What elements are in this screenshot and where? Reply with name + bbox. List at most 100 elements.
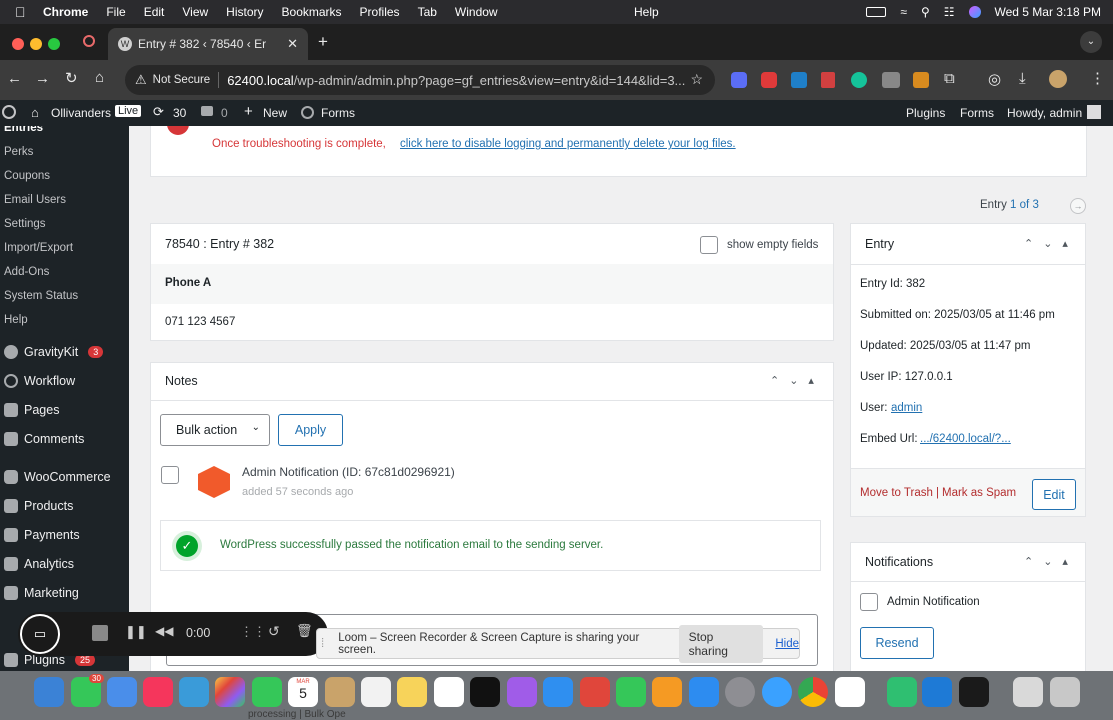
menu-history[interactable]: History <box>226 5 263 19</box>
disable-logging-link[interactable]: click here to disable logging and perman… <box>400 138 736 150</box>
pause-icon[interactable]: ❚❚ <box>125 624 147 640</box>
maps-icon[interactable] <box>179 677 209 707</box>
menu-edit[interactable]: Edit <box>144 5 165 19</box>
sidebar-item-payments[interactable]: Payments <box>4 528 80 542</box>
facetime-icon[interactable] <box>252 677 282 707</box>
menubar-clock[interactable]: Wed 5 Mar 3:18 PM <box>995 5 1102 19</box>
window-zoom-button[interactable] <box>48 38 60 50</box>
sidebar-item-gravitykit[interactable]: GravityKit 3 <box>4 345 104 359</box>
sidebar-item-products[interactable]: Products <box>4 499 73 513</box>
comments-icon[interactable] <box>201 106 213 116</box>
performance-icon[interactable]: ◎ <box>988 70 1001 88</box>
bulk-action-select[interactable]: Bulk action ⌄ <box>160 414 270 446</box>
photos-icon[interactable] <box>215 677 245 707</box>
apple-icon[interactable]:  <box>15 4 33 20</box>
back-icon[interactable]: ← <box>7 70 22 87</box>
menu-app-name[interactable]: Chrome <box>43 5 88 19</box>
vscode-icon[interactable] <box>922 677 952 707</box>
podcasts-icon[interactable] <box>507 677 537 707</box>
numbers-icon[interactable] <box>616 677 646 707</box>
site-name[interactable]: Ollivanders <box>51 106 111 120</box>
reminders-icon[interactable] <box>361 677 391 707</box>
extension-4-icon[interactable] <box>821 72 835 88</box>
move-to-trash-link[interactable]: Move to Trash <box>860 487 933 499</box>
control-center-icon[interactable]: ☷ <box>944 5 955 19</box>
chrome-menu-icon[interactable]: ⋮ <box>1090 69 1105 87</box>
bookmark-star-icon[interactable]: ☆ <box>690 71 703 88</box>
grammarly-icon[interactable] <box>851 72 867 88</box>
menu-window[interactable]: Window <box>455 5 498 19</box>
sidebar-item-marketing[interactable]: Marketing <box>4 586 79 600</box>
mark-as-spam-link[interactable]: Mark as Spam <box>942 487 1016 499</box>
forms-icon[interactable] <box>301 106 314 119</box>
show-empty-fields-label[interactable]: show empty fields <box>727 239 818 251</box>
warning-icon[interactable]: ⚠ <box>135 72 147 88</box>
comments-count[interactable]: 0 <box>221 106 228 120</box>
menu-help[interactable]: Help <box>634 5 659 19</box>
extension-3-icon[interactable] <box>791 72 807 88</box>
pagination-total[interactable]: 3 <box>1032 199 1038 211</box>
sidebar-item-comments[interactable]: Comments <box>4 432 84 446</box>
reload-icon[interactable]: ↻ <box>65 69 78 87</box>
sidebar-sub-add-ons[interactable]: Add-Ons <box>4 266 49 278</box>
rewind-icon[interactable]: ◀◀ <box>155 624 173 638</box>
howdy-user-link[interactable]: Howdy, admin <box>1007 106 1082 120</box>
adminbar-forms-link[interactable]: Forms <box>960 106 994 120</box>
restart-icon[interactable]: ↺ <box>268 623 280 640</box>
sidebar-item-pages[interactable]: Pages <box>4 403 59 417</box>
edit-entry-button[interactable]: Edit <box>1032 479 1076 510</box>
siri-icon[interactable] <box>968 6 981 18</box>
stop-recording-icon[interactable] <box>92 625 108 641</box>
updates-icon[interactable]: ⟳ <box>153 104 164 120</box>
sidebar-sub-entries[interactable]: Entries <box>4 126 43 134</box>
wifi-icon[interactable]: ≈ <box>900 5 907 19</box>
updates-count[interactable]: 30 <box>173 106 186 120</box>
sidebar-sub-import-export[interactable]: Import/Export <box>4 242 73 254</box>
sidebar-item-analytics[interactable]: Analytics <box>4 557 74 571</box>
address-bar[interactable]: ⚠ Not Secure 62400.local /wp-admin/admin… <box>125 65 715 95</box>
app-store-icon[interactable] <box>689 677 719 707</box>
admin-notification-label[interactable]: Admin Notification <box>887 596 980 608</box>
window-close-button[interactable] <box>12 38 24 50</box>
apply-button[interactable]: Apply <box>278 414 343 446</box>
terminal-icon[interactable] <box>959 677 989 707</box>
browser-tab-active[interactable]: W Entry # 382 ‹ 78540 ‹ Er ✕ <box>108 28 308 60</box>
sidebar-sub-coupons[interactable]: Coupons <box>4 170 50 182</box>
extensions-puzzle-icon[interactable]: ⧉ <box>944 70 955 87</box>
sidebar-sub-settings[interactable]: Settings <box>4 218 46 230</box>
keynote-icon[interactable] <box>543 677 573 707</box>
resend-button[interactable]: Resend <box>860 627 934 659</box>
user-avatar[interactable] <box>1087 105 1101 119</box>
notes-panel-controls-icon[interactable]: ⌃⌄▴ <box>770 374 824 387</box>
safari-icon[interactable] <box>762 677 792 707</box>
download-icon[interactable]: ⤓ <box>1019 70 1026 87</box>
document-icon[interactable] <box>1013 677 1043 707</box>
home-site-icon[interactable]: ⌂ <box>31 105 39 120</box>
extension-2-icon[interactable] <box>761 72 777 88</box>
adminbar-plugins-link[interactable]: Plugins <box>906 106 945 120</box>
git-app-icon[interactable] <box>580 677 610 707</box>
extension-7-icon[interactable] <box>913 72 929 88</box>
pages-app-icon[interactable] <box>652 677 682 707</box>
sidebar-sub-email-users[interactable]: Email Users <box>4 194 66 206</box>
menu-profiles[interactable]: Profiles <box>360 5 400 19</box>
tab-search-button[interactable]: ⌄ <box>1080 31 1102 53</box>
apple-tv-icon[interactable] <box>470 677 500 707</box>
plus-icon[interactable]: + <box>244 103 253 120</box>
sidebar-item-woocommerce[interactable]: WooCommerce <box>4 470 111 484</box>
battery-icon[interactable] <box>866 7 887 17</box>
system-settings-icon[interactable] <box>725 677 755 707</box>
menu-tab[interactable]: Tab <box>418 5 437 19</box>
new-content-link[interactable]: New <box>263 106 287 120</box>
delete-recording-icon[interactable]: 🗑 <box>296 623 313 639</box>
new-tab-button[interactable]: + <box>318 32 328 52</box>
slack-icon[interactable] <box>835 677 865 707</box>
camera-icon[interactable]: ▭ <box>20 614 60 654</box>
menu-file[interactable]: File <box>106 5 125 19</box>
entry-embed-link[interactable]: .../62400.local/?... <box>920 433 1011 445</box>
trash-icon[interactable] <box>1050 677 1080 707</box>
spotlight-search-icon[interactable]: ⚲ <box>921 5 930 19</box>
hide-banner-link[interactable]: Hide <box>775 638 799 650</box>
window-minimize-button[interactable] <box>30 38 42 50</box>
mail-icon[interactable] <box>107 677 137 707</box>
